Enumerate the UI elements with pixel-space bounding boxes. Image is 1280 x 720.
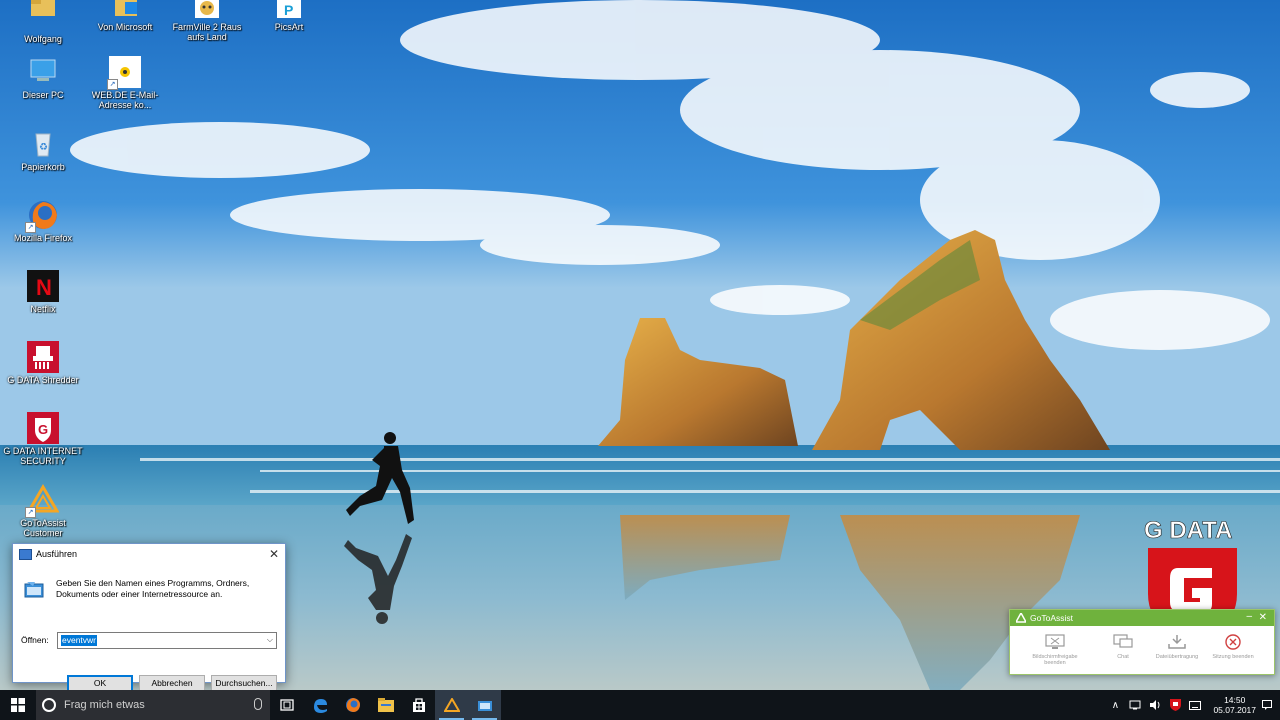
gdata-security-icon: G	[27, 412, 59, 444]
desktop-icon-user-folder[interactable]: Wolfgang	[3, 0, 83, 44]
desktop-icon-label: Wolfgang	[24, 34, 62, 44]
svg-text:P: P	[284, 2, 293, 18]
file-transfer-button[interactable]: Dateiübertragung	[1146, 634, 1208, 660]
run-dialog: Ausführen ✕ Geben Sie den Namen eines Pr…	[12, 543, 286, 692]
task-view-icon[interactable]	[270, 690, 303, 720]
gotoassist-icon[interactable]	[435, 690, 468, 720]
end-session-button[interactable]: Sitzung beenden	[1202, 634, 1264, 660]
keyboard-icon[interactable]	[1187, 690, 1203, 720]
system-tray: ∧ 14:50 05.07.2017	[1105, 690, 1280, 720]
desktop-icon-netflix[interactable]: N Netflix	[3, 270, 83, 314]
network-icon[interactable]	[1127, 690, 1143, 720]
gotoassist-panel: GoToAssist – ✕ Bildschirmfreigabe beende…	[1009, 609, 1275, 675]
chat-button[interactable]: Chat	[1092, 634, 1154, 660]
open-input[interactable]: eventvwr	[61, 635, 98, 646]
run-app-icon	[23, 580, 45, 598]
desktop-icon-label: Netflix	[30, 304, 56, 314]
store-folder-icon	[109, 0, 141, 20]
desktop-icon-label: Von Microsoft	[97, 22, 153, 32]
desktop-icon-webde[interactable]: ↗ WEB.DE E-Mail-Adresse ko...	[85, 56, 165, 110]
netflix-icon: N	[27, 270, 59, 302]
svg-text:♻: ♻	[39, 142, 48, 153]
gotoassist-icon: ↗	[25, 484, 60, 518]
chat-icon	[1113, 634, 1133, 650]
desktop-icon-dieser-pc[interactable]: Dieser PC	[3, 56, 83, 100]
recycle-bin-icon: ♻	[27, 128, 59, 160]
gotoassist-title: GoToAssist	[1030, 613, 1073, 623]
cortana-icon	[42, 698, 56, 712]
shortcut-arrow-icon: ↗	[25, 507, 36, 518]
desktop-icon-label: Dieser PC	[22, 90, 64, 100]
taskbar: Frag mich etwas ∧ 14:50 05.07.2017	[0, 690, 1280, 720]
computer-icon	[27, 56, 59, 88]
close-icon[interactable]: ✕	[1259, 612, 1267, 623]
desktop-icon-von-microsoft[interactable]: Von Microsoft	[85, 0, 165, 32]
gotoassist-titlebar[interactable]: GoToAssist	[1010, 610, 1274, 626]
search-box[interactable]: Frag mich etwas	[36, 690, 270, 720]
clock-time: 14:50	[1224, 695, 1246, 705]
shortcut-arrow-icon: ↗	[25, 222, 36, 233]
close-icon[interactable]: ✕	[269, 547, 279, 561]
gotoassist-icon	[1016, 613, 1026, 623]
microphone-icon[interactable]	[254, 698, 262, 710]
file-transfer-icon	[1167, 634, 1187, 650]
desktop-icon-label: WEB.DE E-Mail-Adresse ko...	[91, 90, 159, 110]
firefox-icon: ↗	[25, 199, 59, 233]
user-folder-icon	[27, 0, 59, 32]
desktop-icon-label: FarmVille 2 Raus aufs Land	[172, 22, 242, 42]
desktop-icon-picsart[interactable]: P PicsArt	[249, 0, 329, 32]
desktop-icon-label: Papierkorb	[21, 162, 65, 172]
run-dialog-title: Ausführen	[36, 549, 78, 559]
desktop-icon-label: GoToAssist Customer	[20, 518, 66, 538]
run-dialog-titlebar[interactable]: Ausführen	[13, 544, 285, 564]
gdata-shredder-icon	[27, 341, 59, 373]
store-icon[interactable]	[402, 690, 435, 720]
webde-icon: ↗	[107, 56, 141, 90]
clock-date: 05.07.2017	[1213, 705, 1256, 715]
svg-text:G: G	[38, 422, 48, 437]
action-label: Bildschirmfreigabe beenden	[1032, 654, 1078, 666]
volume-icon[interactable]	[1147, 690, 1163, 720]
desktop-icon-label: G DATA INTERNET SECURITY	[3, 446, 83, 466]
end-screen-share-button[interactable]: Bildschirmfreigabe beenden	[1024, 634, 1086, 666]
desktop-icon-label: Mozilla Firefox	[13, 233, 72, 243]
chevron-up-icon[interactable]: ∧	[1107, 690, 1123, 720]
desktop-icon-farmville[interactable]: FarmVille 2 Raus aufs Land	[167, 0, 247, 42]
desktop-icon-firefox[interactable]: ↗ Mozilla Firefox	[3, 199, 83, 243]
minimize-icon[interactable]: –	[1246, 611, 1252, 622]
start-button[interactable]	[0, 690, 36, 720]
edge-icon[interactable]	[303, 690, 336, 720]
desktop-icon-gdata-shredder[interactable]: G DATA Shredder	[3, 341, 83, 385]
screen-share-icon	[1045, 634, 1065, 650]
end-session-icon	[1223, 634, 1243, 650]
run-icon[interactable]	[468, 690, 501, 720]
desktop-icon-gdata-security[interactable]: G G DATA INTERNET SECURITY	[3, 412, 83, 466]
action-label: Dateiübertragung	[1155, 654, 1199, 660]
chevron-down-icon[interactable]: ⌵	[267, 635, 273, 645]
open-field-label: Öffnen:	[21, 635, 49, 645]
action-label: Chat	[1117, 654, 1129, 660]
farmville-icon	[191, 0, 223, 20]
gdata-logo-text: G DATA	[1144, 517, 1232, 544]
file-explorer-icon[interactable]	[369, 690, 402, 720]
svg-text:N: N	[36, 275, 52, 300]
firefox-icon[interactable]	[336, 690, 369, 720]
gdata-tray-icon[interactable]	[1167, 690, 1183, 720]
run-title-icon	[19, 548, 32, 560]
windows-icon	[11, 698, 25, 712]
notification-icon[interactable]	[1262, 690, 1272, 720]
action-label: Sitzung beenden	[1212, 654, 1254, 660]
search-placeholder: Frag mich etwas	[64, 699, 145, 711]
clock[interactable]: 14:50 05.07.2017	[1213, 695, 1256, 715]
picsart-icon: P	[273, 0, 305, 20]
run-dialog-description: Geben Sie den Namen eines Programms, Ord…	[56, 578, 250, 599]
shortcut-arrow-icon: ↗	[107, 79, 118, 90]
desktop-icon-label: G DATA Shredder	[7, 375, 79, 385]
desktop-icon-label: PicsArt	[274, 22, 304, 32]
open-combobox[interactable]: eventvwr ⌵	[57, 632, 277, 649]
desktop-icon-papierkorb[interactable]: ♻ Papierkorb	[3, 128, 83, 172]
desktop-icon-gotoassist[interactable]: ↗ GoToAssist Customer	[3, 484, 83, 538]
